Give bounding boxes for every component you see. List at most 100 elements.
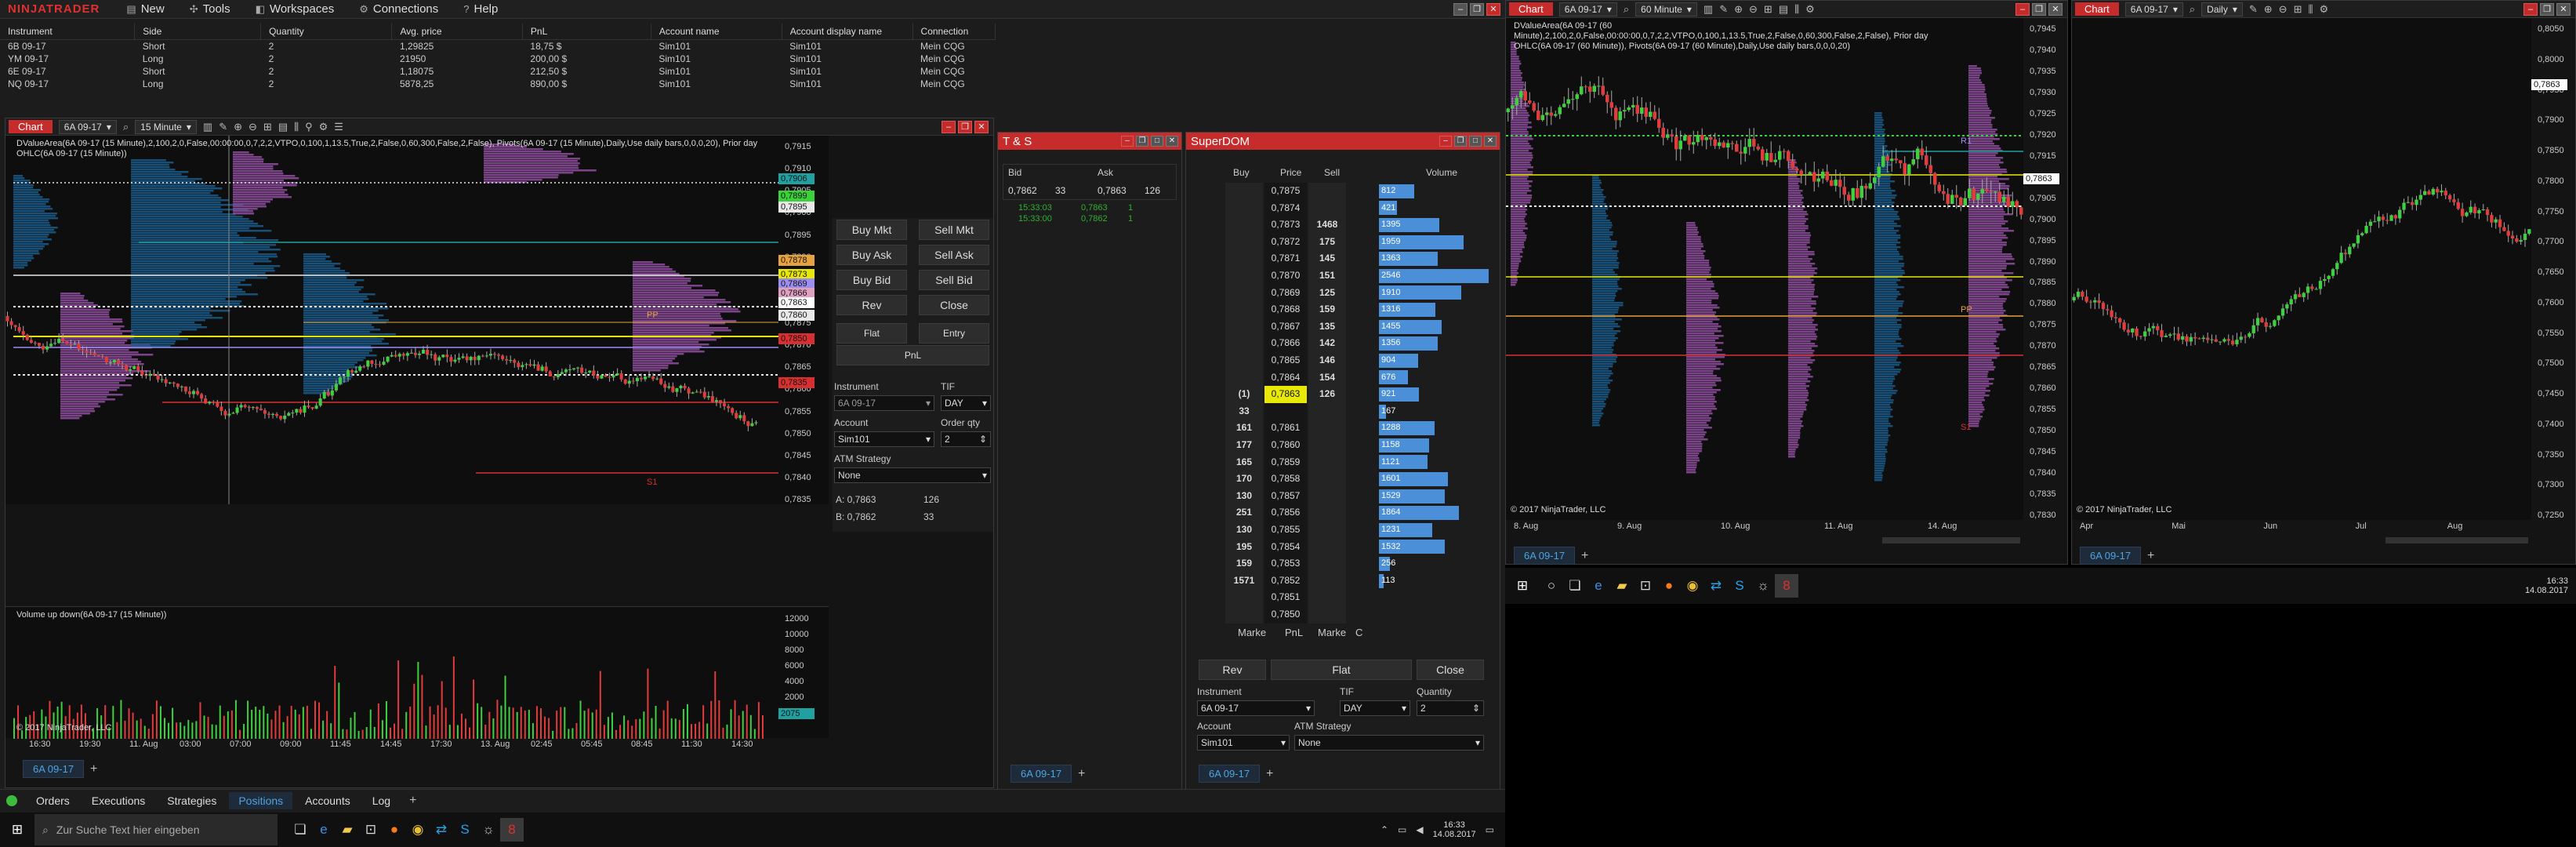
dom-ladder-row[interactable]: 165 0,7859 1121 xyxy=(1225,453,1492,471)
dom-ladder-row[interactable]: 161 0,7861 1288 xyxy=(1225,420,1492,437)
dom-price-cell[interactable]: 0,7867 xyxy=(1264,318,1307,336)
dom-buy-cell[interactable]: 251 xyxy=(1225,504,1263,522)
network-tool-icon[interactable]: ☼ xyxy=(1751,574,1775,598)
menu-new[interactable]: ▤ New xyxy=(114,0,176,19)
time-axis[interactable]: 16:30 19:30 11. Aug 03:00 07:00 09:00 11:45 14:… xyxy=(21,740,774,752)
dom-price-cell[interactable]: 0,7873 xyxy=(1264,216,1307,234)
menu-tools[interactable]: ✣ Tools xyxy=(177,0,243,19)
interval-selector[interactable]: 15 Minute ▾ xyxy=(135,119,197,134)
dom-price-cell[interactable]: 0,7852 xyxy=(1264,572,1307,590)
dom-ladder-row[interactable]: 0,7850 xyxy=(1225,606,1492,623)
price-panel[interactable]: PP S1 DValueArea(6A 09-17 (15 Minute),2,1… xyxy=(5,136,829,504)
chart-restore-icon[interactable]: ❐ xyxy=(958,120,972,133)
dom-price-cell[interactable]: 0,7864 xyxy=(1264,369,1307,387)
dom-instrument-select[interactable]: 6A 09-17 ▾ xyxy=(1197,700,1315,716)
dom-buy-cell[interactable] xyxy=(1225,199,1263,217)
close-icon[interactable]: ✕ xyxy=(1486,2,1500,16)
dom-ladder-row[interactable]: 0,7851 xyxy=(1225,589,1492,606)
chart2-candlesticks[interactable]: R1PPS1 xyxy=(1506,18,2023,520)
dom-maximize-icon[interactable]: □ xyxy=(1469,136,1482,147)
data-box-icon[interactable]: ⊞ xyxy=(1764,3,1772,16)
dom-price-cell[interactable]: 0,7851 xyxy=(1264,589,1307,606)
add-tab-icon[interactable]: + xyxy=(90,762,97,776)
ninjatrader-taskbar-icon[interactable]: 8 xyxy=(500,818,524,842)
store-icon[interactable]: ⊡ xyxy=(1634,574,1657,598)
chart2-close-icon[interactable]: ✕ xyxy=(2048,2,2063,16)
strategies-icon[interactable]: ⚲ xyxy=(305,121,313,133)
chart2-time-axis[interactable]: 8. Aug 9. Aug 10. Aug 11. Aug 14. Aug xyxy=(1506,522,2023,534)
dom-ladder-row[interactable]: 0,7867 135 1455 xyxy=(1225,318,1492,336)
ts-restore-icon[interactable]: ❐ xyxy=(1136,136,1148,147)
dom-tif-select[interactable]: DAY ▾ xyxy=(1340,700,1410,716)
search-icon[interactable]: ⌕ xyxy=(1624,3,1629,16)
dom-sell-cell[interactable] xyxy=(1308,555,1346,573)
dom-buy-cell[interactable]: 159 xyxy=(1225,555,1263,573)
chart3-time-axis[interactable]: Apr Mai Jun Jul Aug xyxy=(2072,522,2531,534)
chart-tab[interactable]: Chart xyxy=(9,120,53,133)
dom-buy-cell[interactable]: 165 xyxy=(1225,453,1263,471)
tab-orders[interactable]: Orders xyxy=(27,792,79,809)
dom-ladder-row[interactable]: 130 0,7857 1529 xyxy=(1225,487,1492,505)
notification-icon[interactable]: ▭ xyxy=(1486,824,1494,835)
buy-ask-button[interactable]: Buy Ask xyxy=(836,245,907,265)
dom-sell-cell[interactable]: 175 xyxy=(1308,233,1346,251)
dom-ladder-row[interactable]: 0,7870 151 2546 xyxy=(1225,267,1492,285)
dom-price-cell[interactable]: 0,7869 xyxy=(1264,284,1307,302)
atm-strategy-select[interactable]: None ▾ xyxy=(834,467,991,483)
chart-close-icon[interactable]: ✕ xyxy=(974,120,989,133)
add-tab-icon[interactable]: + xyxy=(409,794,416,808)
dom-sell-cell[interactable] xyxy=(1308,572,1346,590)
dom-price-cell[interactable]: 0,7875 xyxy=(1264,183,1307,200)
buy-market-footer[interactable]: Marke xyxy=(1238,627,1266,638)
chart3-scrollbar[interactable] xyxy=(2386,537,2528,543)
dom-buy-cell[interactable]: 177 xyxy=(1225,437,1263,454)
chart3-price-axis[interactable]: 0,80500,80000,79500,79000,78500,78000,77… xyxy=(2531,18,2575,520)
dom-sell-cell[interactable]: 126 xyxy=(1308,386,1346,403)
chart3-instrument-selector[interactable]: 6A 09-17 ▾ xyxy=(2124,2,2183,16)
dom-price-cell[interactable]: 0,7854 xyxy=(1264,538,1307,556)
chrome-icon[interactable]: ◉ xyxy=(1681,574,1704,598)
properties-icon[interactable]: ⚙ xyxy=(2319,3,2328,16)
skype-icon[interactable]: S xyxy=(453,818,477,842)
restore-icon[interactable]: ❐ xyxy=(1470,2,1484,16)
volume-icon[interactable]: ◀ xyxy=(1416,824,1423,835)
store-icon[interactable]: ⊡ xyxy=(359,818,383,842)
clock[interactable]: 16:33 14.08.2017 xyxy=(1433,820,1476,839)
dom-ladder-row[interactable]: 1571 0,7852 113 xyxy=(1225,572,1492,590)
column-header[interactable]: Avg. price xyxy=(391,24,523,40)
bar-type-icon[interactable]: ▥ xyxy=(203,121,212,133)
dom-sell-cell[interactable] xyxy=(1308,504,1346,522)
dom-price-cell[interactable]: 0,7855 xyxy=(1264,522,1307,539)
dom-buy-cell[interactable]: 130 xyxy=(1225,487,1263,505)
dom-sell-cell[interactable] xyxy=(1308,589,1346,606)
dom-buy-cell[interactable] xyxy=(1225,233,1263,251)
chart3-interval-selector[interactable]: Daily ▾ xyxy=(2201,2,2243,16)
dom-ladder-row[interactable]: 130 0,7855 1231 xyxy=(1225,522,1492,539)
chart2-instrument-selector[interactable]: 6A 09-17 ▾ xyxy=(1558,2,1617,16)
dom-price-cell[interactable] xyxy=(1264,402,1307,420)
dom-price-cell[interactable]: 0,7865 xyxy=(1264,352,1307,369)
dom-buy-cell[interactable] xyxy=(1225,589,1263,606)
dom-buy-cell[interactable]: 195 xyxy=(1225,538,1263,556)
dom-sell-cell[interactable]: 145 xyxy=(1308,250,1346,267)
close-footer[interactable]: C xyxy=(1355,627,1362,638)
indicators-icon[interactable]: ⫼ xyxy=(2308,3,2313,16)
price-axis[interactable]: 0,79150,79100,79050,79000,78950,78900,78… xyxy=(778,136,829,504)
sell-market-button[interactable]: Sell Mkt xyxy=(919,220,989,240)
dom-sell-cell[interactable]: 151 xyxy=(1308,267,1346,285)
menu-connections[interactable]: ⚙ Connections xyxy=(346,0,451,19)
dom-ladder-row[interactable]: 0,7874 421 xyxy=(1225,199,1492,217)
chart3-close-icon[interactable]: ✕ xyxy=(2556,2,2571,16)
table-row[interactable]: YM 09-17 Long 2 21950 200,00 $ Sim101 Sim101 Me… xyxy=(0,53,996,65)
chart3-restore-icon[interactable]: ❐ xyxy=(2540,2,2554,16)
dom-ladder-row[interactable]: 0,7865 146 904 xyxy=(1225,352,1492,369)
dom-buy-cell[interactable]: 170 xyxy=(1225,471,1263,488)
column-header[interactable]: PnL xyxy=(522,24,651,40)
dom-sell-cell[interactable] xyxy=(1308,199,1346,217)
zoom-in-icon[interactable]: ⊕ xyxy=(1734,3,1743,16)
zoom-out-icon[interactable]: ⊖ xyxy=(1749,3,1758,16)
zoom-out-icon[interactable]: ⊖ xyxy=(2279,3,2288,16)
tab-log[interactable]: Log xyxy=(363,792,400,809)
search-icon[interactable]: ⌕ xyxy=(2190,3,2195,16)
chart2-price-panel[interactable]: R1 PP S1 DValueArea(6A 09-17 (60 Minute),2… xyxy=(1506,18,2023,520)
